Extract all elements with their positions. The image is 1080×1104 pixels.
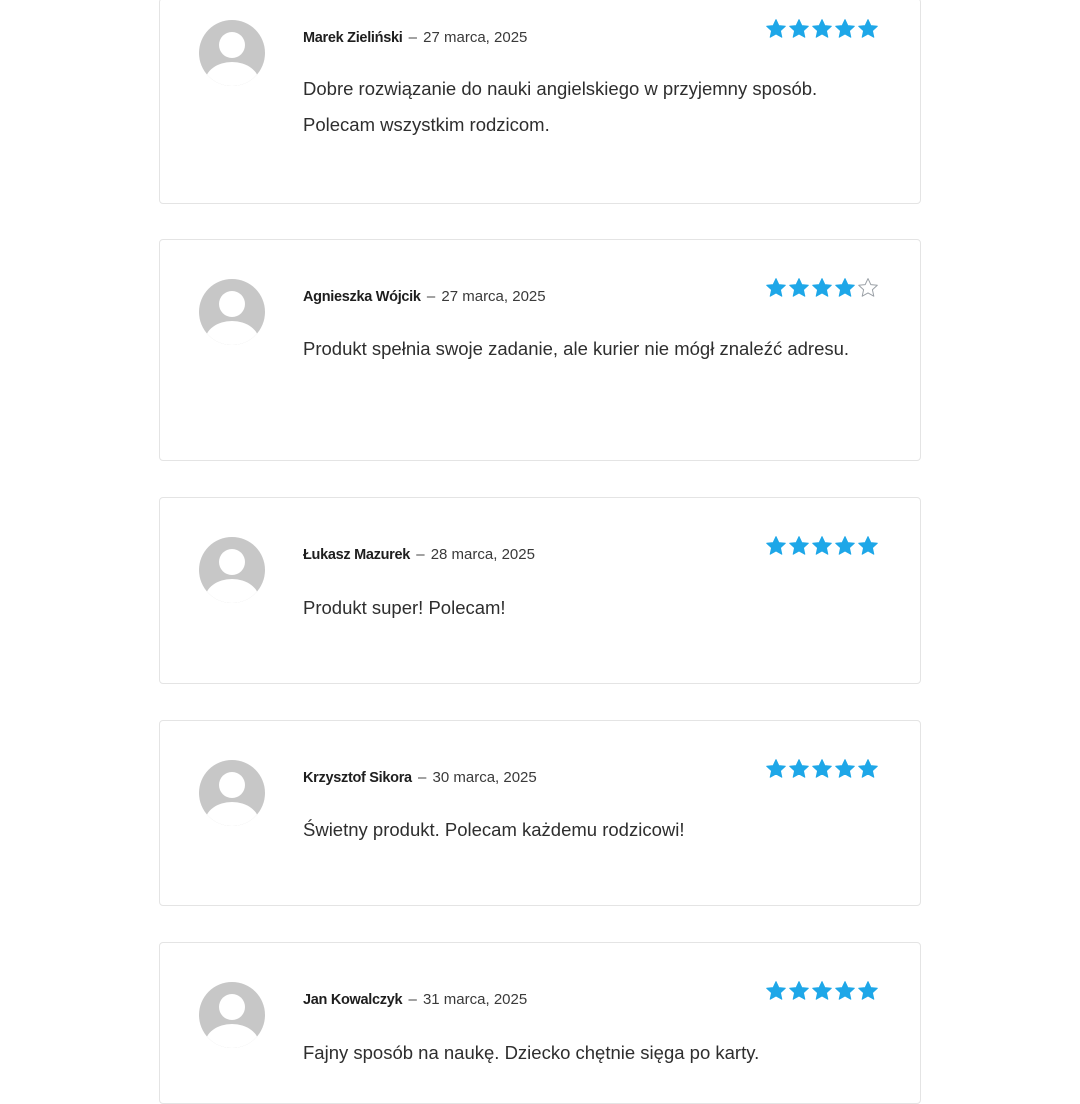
default-user-avatar-icon — [199, 537, 265, 603]
star-filled-icon — [835, 278, 855, 297]
review-author: Agnieszka Wójcik — [303, 289, 421, 305]
review-text: Fajny sposób na naukę. Dziecko chętnie s… — [303, 1042, 760, 1063]
default-user-avatar-icon — [199, 982, 265, 1048]
review-text: Produkt spełnia swoje zadanie, ale kurie… — [303, 338, 850, 359]
star-filled-icon — [835, 19, 855, 38]
star-rating — [765, 980, 879, 1002]
review-meta: Jan Kowalczyk – 31 marca, 2025 — [303, 990, 527, 1010]
star-filled-icon — [858, 536, 878, 555]
star-filled-icon — [835, 759, 855, 778]
meta-separator: – — [408, 991, 417, 1008]
review-author: Łukasz Mazurek — [303, 547, 411, 563]
review-date: 30 marca, 2025 — [432, 769, 537, 786]
review-card: Agnieszka Wójcik – 27 marca, 2025 Produk… — [159, 239, 921, 461]
review-date: 27 marca, 2025 — [423, 29, 528, 46]
star-filled-icon — [789, 981, 809, 1000]
review-text: Dobre rozwiązanie do nauki angielskiego … — [303, 78, 818, 135]
review-meta: Agnieszka Wójcik – 27 marca, 2025 — [303, 287, 546, 307]
star-filled-icon — [858, 19, 878, 38]
default-user-avatar-icon — [199, 20, 265, 86]
review-meta: Krzysztof Sikora – 30 marca, 2025 — [303, 768, 537, 788]
meta-separator: – — [416, 546, 425, 563]
star-filled-icon — [835, 536, 855, 555]
star-filled-icon — [812, 759, 832, 778]
star-rating — [765, 758, 879, 780]
review-author: Marek Zieliński — [303, 30, 403, 46]
star-filled-icon — [789, 536, 809, 555]
star-filled-icon — [789, 278, 809, 297]
star-filled-icon — [858, 759, 878, 778]
star-filled-icon — [812, 278, 832, 297]
star-filled-icon — [812, 19, 832, 38]
star-filled-icon — [835, 981, 855, 1000]
review-author: Jan Kowalczyk — [303, 992, 403, 1008]
review-meta: Łukasz Mazurek – 28 marca, 2025 — [303, 545, 535, 565]
star-rating — [765, 277, 879, 299]
star-filled-icon — [812, 981, 832, 1000]
default-user-avatar-icon — [199, 760, 265, 826]
star-rating — [765, 535, 879, 557]
star-filled-icon — [766, 536, 786, 555]
default-user-avatar-icon — [199, 279, 265, 345]
review-date: 28 marca, 2025 — [430, 546, 535, 563]
star-filled-icon — [766, 759, 786, 778]
star-filled-icon — [766, 278, 786, 297]
review-date: 31 marca, 2025 — [422, 991, 528, 1008]
review-card: Marek Zieliński – 27 marca, 2025 Dobre r… — [159, 0, 921, 204]
meta-separator: – — [418, 769, 427, 786]
review-text: Produkt super! Polecam! — [303, 597, 506, 618]
review-card: Krzysztof Sikora – 30 marca, 2025 Świetn… — [159, 720, 921, 906]
star-filled-icon — [766, 981, 786, 1000]
review-author: Krzysztof Sikora — [303, 770, 412, 786]
star-filled-icon — [812, 536, 832, 555]
meta-separator: – — [426, 288, 436, 305]
review-text: Świetny produkt. Polecam każdemu rodzico… — [303, 819, 685, 840]
star-filled-icon — [789, 19, 809, 38]
meta-separator: – — [408, 29, 417, 46]
review-card: Łukasz Mazurek – 28 marca, 2025 Produkt … — [159, 497, 921, 684]
star-filled-icon — [766, 19, 786, 38]
review-meta: Marek Zieliński – 27 marca, 2025 — [303, 28, 527, 48]
star-rating — [765, 18, 879, 40]
star-filled-icon — [789, 759, 809, 778]
review-date: 27 marca, 2025 — [441, 288, 546, 305]
star-filled-icon — [858, 981, 878, 1000]
star-outline-icon — [858, 278, 878, 297]
